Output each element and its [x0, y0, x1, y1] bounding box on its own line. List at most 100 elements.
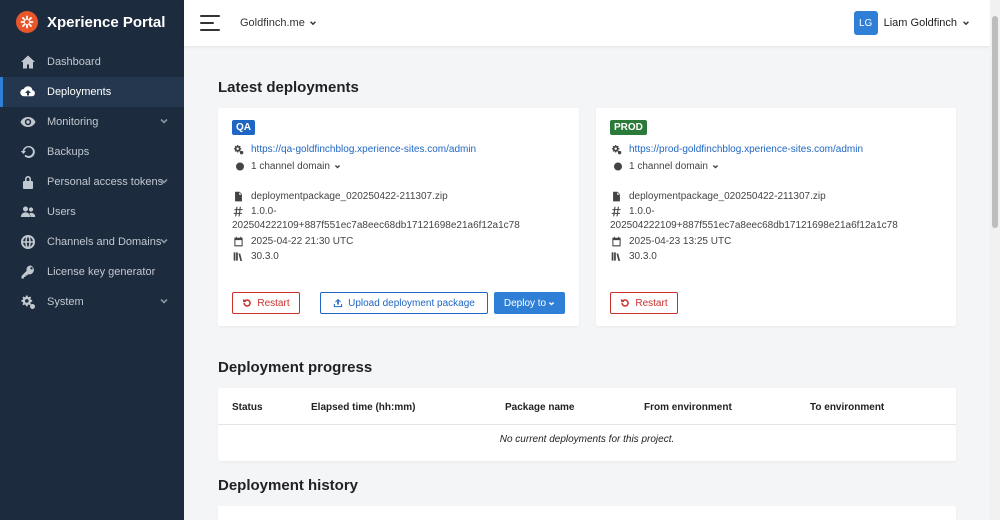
user-menu[interactable]: LG Liam Goldfinch	[853, 11, 970, 35]
gears-icon	[610, 143, 622, 155]
scrollbar-thumb[interactable]	[992, 16, 998, 228]
sidebar: Xperience Portal Dashboard Deployments M…	[0, 0, 184, 520]
table-divider	[218, 424, 956, 425]
sidebar-item-dashboard[interactable]: Dashboard	[0, 47, 184, 77]
sidebar-item-label: Backups	[47, 146, 90, 158]
scrollbar[interactable]	[990, 0, 1000, 520]
globe-icon	[232, 160, 244, 172]
chevron-down-icon	[309, 21, 316, 26]
admin-url-link[interactable]: https://qa-goldfinchblog.xperience-sites…	[251, 144, 476, 155]
column-header: Status	[232, 402, 263, 413]
xperience-logo-icon	[16, 11, 38, 33]
chevron-down-icon	[159, 116, 169, 126]
app-title: Xperience Portal	[47, 13, 166, 31]
lock-icon	[19, 173, 37, 191]
sidebar-item-users[interactable]: Users	[0, 197, 184, 227]
channel-domain-dropdown[interactable]: 1 channel domain	[232, 160, 341, 172]
deployment-date: 2025-04-22 21:30 UTC	[251, 235, 354, 247]
sidebar-item-license-key-generator[interactable]: License key generator	[0, 257, 184, 287]
deployment-history-title: Deployment history	[218, 477, 359, 494]
version-row-continued: 202504222109+887f551ec7a8eec68db17121698…	[610, 220, 898, 231]
admin-url-link[interactable]: https://prod-goldfinchblog.xperience-sit…	[629, 144, 863, 155]
chevron-down-icon	[159, 176, 169, 186]
project-name: Goldfinch.me	[240, 17, 305, 29]
file-zip-icon	[232, 190, 244, 202]
channel-domain-label: 1 channel domain	[629, 160, 708, 172]
version-row: 1.0.0-	[232, 205, 277, 217]
sidebar-item-personal-access-tokens[interactable]: Personal access tokens	[0, 167, 184, 197]
sidebar-item-label: Channels and Domains	[47, 236, 162, 248]
chevron-down-icon	[159, 296, 169, 306]
channel-domain-dropdown[interactable]: 1 channel domain	[610, 160, 719, 172]
sidebar-item-channels-and-domains[interactable]: Channels and Domains	[0, 227, 184, 257]
deployment-progress-table: Status Elapsed time (hh:mm) Package name…	[218, 388, 956, 461]
environment-badge: PROD	[610, 120, 647, 135]
user-name: Liam Goldfinch	[883, 17, 957, 29]
package-row: deploymentpackage_020250422-211307.zip	[232, 190, 448, 202]
upload-deployment-package-button[interactable]: Upload deployment package	[320, 292, 488, 314]
deploy-to-button[interactable]: Deploy to	[494, 292, 565, 314]
version-row: 1.0.0-	[610, 205, 655, 217]
calendar-icon	[610, 235, 622, 247]
package-name: deploymentpackage_020250422-211307.zip	[251, 190, 448, 202]
globe-icon	[610, 160, 622, 172]
date-row: 2025-04-22 21:30 UTC	[232, 235, 353, 247]
deployment-progress-title: Deployment progress	[218, 359, 373, 376]
chevron-down-icon	[963, 21, 969, 26]
topbar: Goldfinch.me LG Liam Goldfinch	[184, 0, 990, 46]
library-icon	[232, 250, 244, 262]
column-header: Elapsed time (hh:mm)	[311, 402, 416, 413]
restart-label: Restart	[257, 297, 290, 309]
empty-state-message: No current deployments for this project.	[499, 434, 675, 445]
menu-toggle-icon[interactable]	[200, 15, 220, 31]
key-icon	[19, 263, 37, 281]
xp-version-row: 30.3.0	[610, 250, 657, 262]
deployment-history-card	[218, 506, 956, 520]
sidebar-item-backups[interactable]: Backups	[0, 137, 184, 167]
sidebar-nav: Dashboard Deployments Monitoring Backups…	[0, 47, 184, 317]
version-line-2: 202504222109+887f551ec7a8eec68db17121698…	[610, 220, 898, 231]
chevron-down-icon	[549, 301, 555, 306]
deploy-label: Deploy to	[503, 297, 547, 309]
deployment-date: 2025-04-23 13:25 UTC	[629, 235, 732, 247]
globe-icon	[19, 233, 37, 251]
sidebar-item-label: Personal access tokens	[47, 176, 164, 188]
restart-label: Restart	[635, 297, 668, 309]
sidebar-item-system[interactable]: System	[0, 287, 184, 317]
restart-button[interactable]: Restart	[610, 292, 678, 314]
sidebar-item-label: Dashboard	[47, 56, 101, 68]
sidebar-item-deployments[interactable]: Deployments	[0, 77, 184, 107]
version-line-1: 1.0.0-	[629, 205, 655, 217]
main-content: Latest deployments QA https://qa-goldfin…	[184, 46, 990, 520]
version-row-continued: 202504222109+887f551ec7a8eec68db17121698…	[232, 220, 520, 231]
admin-url-row: https://qa-goldfinchblog.xperience-sites…	[232, 143, 476, 155]
xp-version: 30.3.0	[629, 250, 657, 262]
sidebar-item-label: Monitoring	[47, 116, 99, 128]
restore-icon	[19, 143, 37, 161]
column-header: Package name	[505, 402, 575, 413]
column-header: From environment	[644, 402, 732, 413]
environment-badge: QA	[232, 120, 255, 135]
library-icon	[610, 250, 622, 262]
eye-icon	[19, 113, 37, 131]
restart-button[interactable]: Restart	[232, 292, 300, 314]
avatar: LG	[853, 11, 878, 35]
version-line-2: 202504222109+887f551ec7a8eec68db17121698…	[232, 220, 520, 231]
calendar-icon	[232, 235, 244, 247]
environment-card-qa: QA https://qa-goldfinchblog.xperience-si…	[218, 108, 579, 326]
channel-domain-label: 1 channel domain	[251, 160, 330, 172]
upload-label: Upload deployment package	[348, 297, 475, 309]
xp-version: 30.3.0	[251, 250, 279, 262]
chevron-down-icon	[712, 164, 719, 169]
gears-icon	[232, 143, 244, 155]
users-icon	[19, 203, 37, 221]
version-line-1: 1.0.0-	[251, 205, 277, 217]
file-zip-icon	[610, 190, 622, 202]
sidebar-item-label: Users	[47, 206, 76, 218]
project-selector[interactable]: Goldfinch.me	[240, 17, 317, 29]
restart-icon	[621, 299, 630, 307]
brand[interactable]: Xperience Portal	[0, 0, 184, 44]
sidebar-item-monitoring[interactable]: Monitoring	[0, 107, 184, 137]
sidebar-item-label: Deployments	[47, 86, 112, 98]
latest-deployments-title: Latest deployments	[218, 79, 359, 96]
